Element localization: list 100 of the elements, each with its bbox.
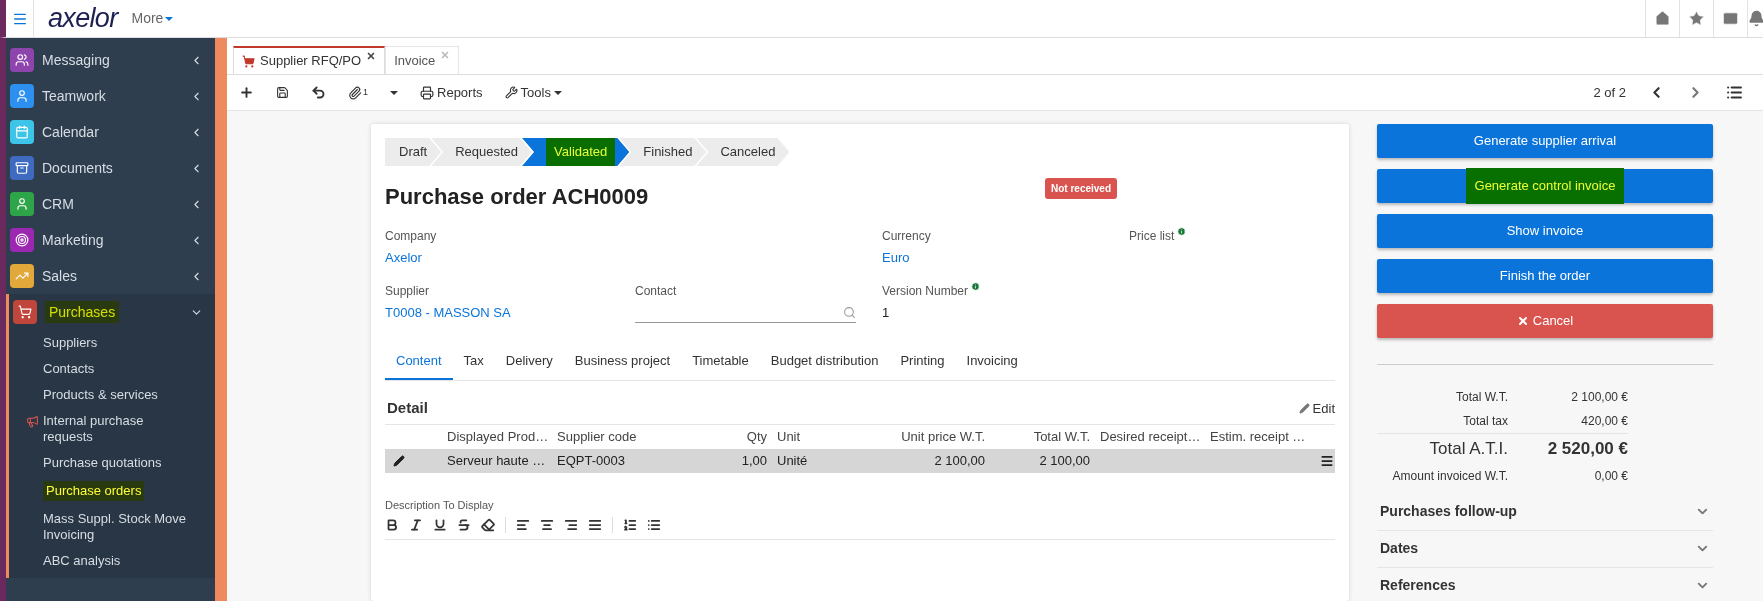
form-tab[interactable]: Tax bbox=[452, 350, 495, 380]
sidebar-item[interactable]: Sales bbox=[6, 258, 215, 294]
column-header: Displayed Prod… bbox=[447, 427, 550, 446]
form-tab[interactable]: Timetable bbox=[681, 350, 760, 380]
form-tab[interactable]: Delivery bbox=[494, 350, 564, 380]
sidebar-item[interactable]: Documents bbox=[6, 150, 215, 186]
field-label: Contact bbox=[635, 282, 678, 300]
form-tab[interactable]: Budget distribution bbox=[759, 350, 890, 380]
caret-icon[interactable] bbox=[390, 90, 398, 95]
pencil-icon bbox=[1298, 402, 1310, 414]
column-header: Estim. receipt … bbox=[1210, 427, 1307, 446]
edit-button[interactable]: Edit bbox=[1298, 398, 1335, 418]
table-cell-text: 2 100,00 bbox=[933, 451, 986, 470]
sidebar-label: Documents bbox=[42, 158, 114, 178]
sidebar-item[interactable]: Messaging bbox=[6, 42, 215, 78]
collapsible-panel[interactable]: Dates bbox=[1377, 530, 1713, 568]
row-menu-icon[interactable] bbox=[1320, 453, 1334, 468]
table-cell-text: 1,00 bbox=[740, 451, 768, 470]
eraser-icon[interactable] bbox=[481, 518, 495, 532]
add-icon[interactable] bbox=[239, 85, 254, 100]
tab[interactable]: Invoice bbox=[385, 46, 460, 74]
more-menu[interactable]: More bbox=[131, 8, 174, 29]
sidebar-label: Sales bbox=[42, 266, 79, 286]
strikethrough-icon[interactable] bbox=[457, 518, 471, 532]
action-button[interactable]: Generate supplier arrival bbox=[1377, 124, 1713, 158]
menu-item[interactable]: Products & services bbox=[43, 387, 158, 403]
status-badge: Not received bbox=[1045, 178, 1118, 199]
table-row[interactable]: Serveur haute … EQPT-0003 1,00 Unité 2 100,00 2 100,00 bbox=[385, 448, 1335, 473]
total-label: Total A.T.I. bbox=[1428, 438, 1508, 460]
collapsible-panel[interactable]: Purchases follow-up bbox=[1377, 493, 1713, 531]
menu-item[interactable]: ABC analysis bbox=[43, 553, 121, 569]
sidebar-item[interactable]: Teamwork bbox=[6, 78, 215, 114]
field-label: Description To Display bbox=[385, 497, 495, 513]
app-logo[interactable]: axelor bbox=[48, 5, 118, 32]
field-value[interactable]: T0008 - MASSON SA bbox=[385, 302, 635, 322]
status-step: Canceled bbox=[696, 138, 790, 166]
form-tab[interactable]: Invoicing bbox=[955, 350, 1029, 380]
form-tab[interactable]: Printing bbox=[889, 350, 956, 380]
sidebar-item[interactable]: Marketing bbox=[6, 222, 215, 258]
tab[interactable]: Supplier RFQ/PO bbox=[233, 46, 386, 74]
column-header: Unit bbox=[777, 427, 802, 446]
total-value: 0,00 € bbox=[1593, 467, 1628, 485]
sidebar-label: CRM bbox=[42, 194, 75, 214]
total-label: Total W.T. bbox=[1455, 389, 1508, 406]
info-icon bbox=[971, 281, 981, 291]
field-value[interactable]: Euro bbox=[882, 248, 1129, 268]
paperclip-icon bbox=[348, 85, 362, 100]
info-icon bbox=[1177, 227, 1187, 236]
underline-icon[interactable] bbox=[433, 518, 447, 532]
cart-icon bbox=[242, 54, 255, 68]
sidebar-item[interactable]: Calendar bbox=[6, 114, 215, 150]
total-label: Total tax bbox=[1462, 413, 1508, 430]
wrench-icon bbox=[504, 86, 518, 99]
sidebar-label: Teamwork bbox=[42, 86, 107, 106]
form-tab[interactable]: Content bbox=[385, 350, 453, 380]
field-label: Currency bbox=[882, 228, 932, 245]
menu-item[interactable]: Mass Suppl. Stock Move Invoicing bbox=[43, 511, 193, 543]
field-value[interactable]: Axelor bbox=[385, 248, 635, 268]
tools-button[interactable]: Tools bbox=[504, 82, 562, 103]
italic-icon[interactable] bbox=[409, 518, 423, 532]
status-step: Draft bbox=[385, 138, 442, 166]
action-button[interactable]: Show invoice bbox=[1377, 214, 1713, 248]
close-icon bbox=[1516, 315, 1529, 327]
menu-item[interactable]: Purchase orders bbox=[43, 481, 145, 501]
column-header: Supplier code bbox=[557, 427, 638, 446]
attachments-button[interactable]: 1 bbox=[348, 85, 368, 100]
close-icon[interactable] bbox=[366, 51, 377, 61]
sidebar-label: Messaging bbox=[42, 50, 111, 70]
align-justify-icon[interactable] bbox=[588, 518, 602, 532]
field-value: 1 bbox=[882, 303, 891, 322]
action-button[interactable]: Cancel bbox=[1377, 304, 1713, 338]
menu-item[interactable]: Suppliers bbox=[43, 335, 98, 351]
undo-icon[interactable] bbox=[311, 85, 326, 100]
bell-icon bbox=[1748, 10, 1763, 27]
notifications-button[interactable] bbox=[1747, 0, 1763, 37]
bullet-list-icon[interactable] bbox=[647, 518, 661, 532]
save-icon[interactable] bbox=[276, 86, 289, 99]
bold-icon[interactable] bbox=[385, 518, 399, 532]
menu-item[interactable]: Contacts bbox=[43, 361, 95, 377]
menu-item[interactable]: Purchase quotations bbox=[43, 455, 162, 471]
collapsible-panel[interactable]: References bbox=[1377, 567, 1713, 601]
column-header: Desired receipt… bbox=[1100, 427, 1202, 446]
menu-item[interactable]: Internal purchase requests bbox=[43, 413, 193, 445]
align-right-icon[interactable] bbox=[564, 518, 578, 532]
action-button[interactable]: Finish the order bbox=[1377, 259, 1713, 293]
form-tab[interactable]: Business project bbox=[563, 350, 682, 380]
align-left-icon[interactable] bbox=[516, 518, 530, 532]
field-label: Price list bbox=[1129, 228, 1175, 245]
sidebar-item[interactable]: Purchases bbox=[9, 294, 215, 330]
action-button[interactable]: Generate control invoice bbox=[1377, 169, 1713, 203]
list-view-icon[interactable] bbox=[1726, 84, 1743, 101]
column-header: Qty bbox=[745, 427, 768, 446]
table-cell-text: 2 100,00 bbox=[1038, 451, 1091, 470]
numbered-list-icon[interactable] bbox=[623, 518, 637, 532]
sidebar-item[interactable]: CRM bbox=[6, 186, 215, 222]
reports-button[interactable]: Reports bbox=[420, 82, 483, 103]
align-center-icon[interactable] bbox=[540, 518, 554, 532]
table-cell-text: Unité bbox=[777, 451, 809, 470]
edit-icon[interactable] bbox=[393, 454, 405, 467]
section-title: Detail bbox=[387, 398, 428, 418]
